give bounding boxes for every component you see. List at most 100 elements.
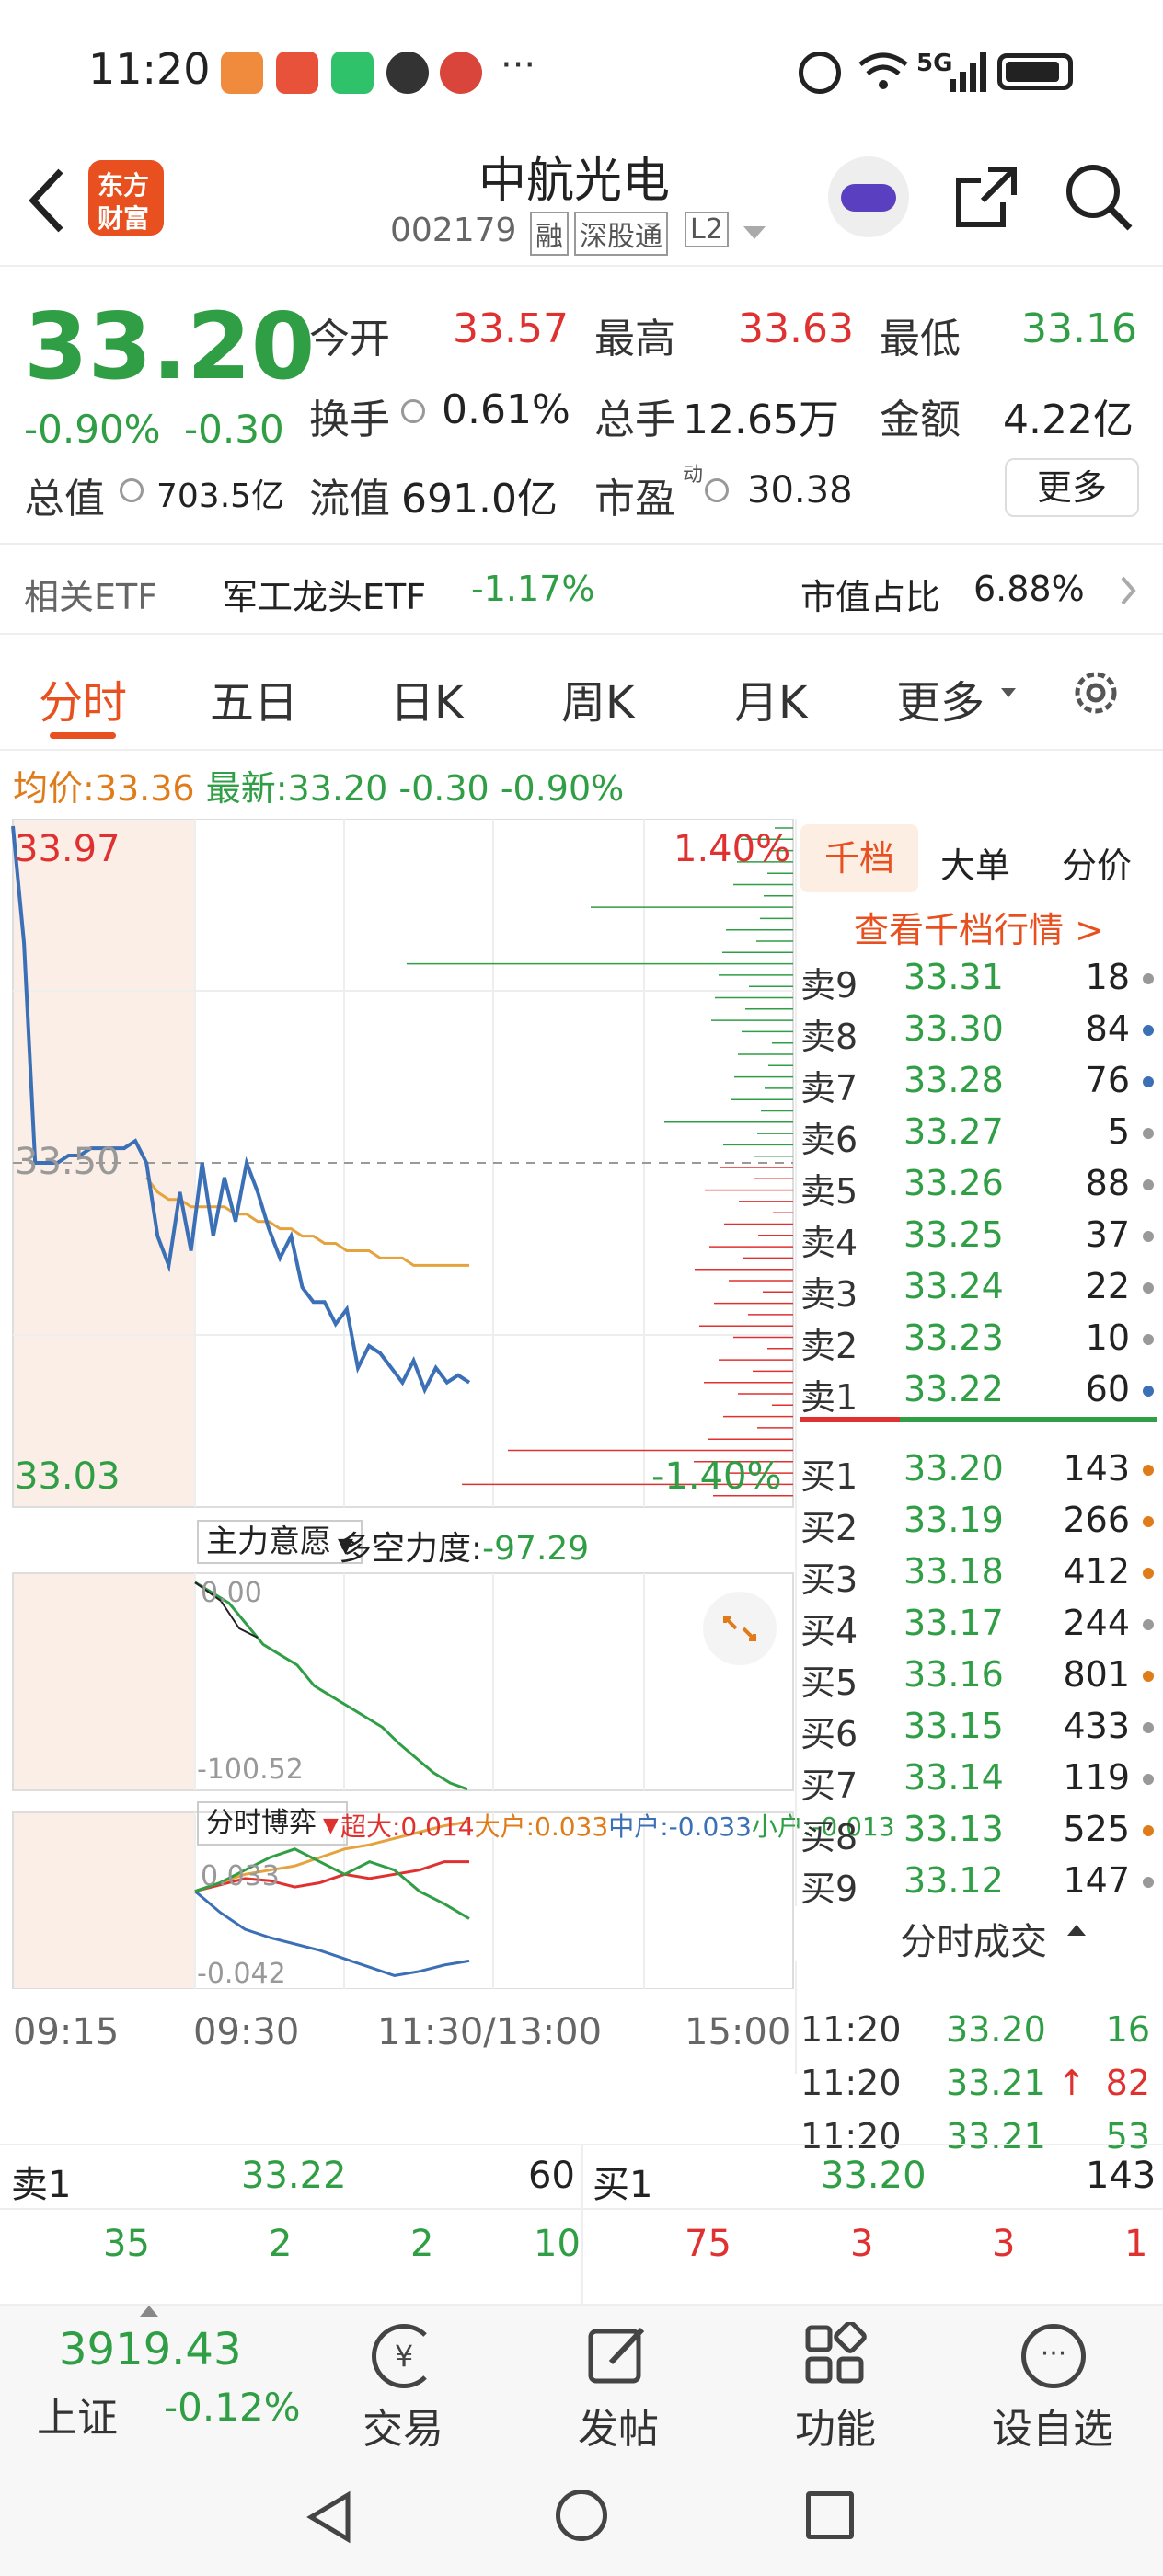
ask-dot xyxy=(1143,1231,1154,1242)
app-notification-icon xyxy=(276,52,318,94)
tab-price-distribution[interactable]: 分价 xyxy=(1062,837,1132,888)
tab-large-orders[interactable]: 大单 xyxy=(940,837,1010,888)
search-icon[interactable] xyxy=(1062,160,1135,234)
bid-row: 买1 33.20 143 xyxy=(800,1443,1154,1497)
bid-dot xyxy=(1143,1671,1154,1682)
x-label-open: 09:30 xyxy=(193,2011,300,2053)
bid-label: 买4 xyxy=(800,1611,858,1651)
ask-volume: 60 xyxy=(1085,1369,1130,1409)
tab-more[interactable]: 更多 xyxy=(896,666,985,730)
etf-label: 相关ETF xyxy=(24,577,158,617)
trade-volume: 82 xyxy=(1105,2063,1150,2103)
tab-five-day[interactable]: 五日 xyxy=(210,666,298,730)
pe-superscript: 动 xyxy=(683,464,704,487)
ask-price: 33.22 xyxy=(904,1369,1004,1409)
y-bottom-label: 33.03 xyxy=(15,1455,121,1498)
ask-price: 33.23 xyxy=(904,1317,1004,1358)
nav-trade[interactable]: ¥ 交易 xyxy=(311,2306,495,2453)
settings-gear-icon[interactable] xyxy=(1067,664,1124,721)
pre-market-shade xyxy=(13,1812,195,1989)
bid-price: 33.19 xyxy=(904,1500,1004,1540)
tag-l2: L2 xyxy=(685,212,729,247)
nav-post[interactable]: 发帖 xyxy=(526,2306,710,2453)
bid-label: 买8 xyxy=(800,1817,858,1857)
index-name[interactable]: 上证 xyxy=(37,2385,118,2444)
wifi-icon xyxy=(858,52,908,89)
chart-area: 均价:33.36 最新:33.20 -0.30 -0.90% 33.97 33.… xyxy=(0,751,1163,2385)
avg-label: 均价: xyxy=(13,768,95,809)
tab-level-book[interactable]: 千档 xyxy=(800,824,918,892)
bid-dot xyxy=(1143,1568,1154,1579)
back-nav-icon[interactable] xyxy=(304,2490,355,2545)
queue-buy-price: 33.20 xyxy=(821,2155,927,2197)
system-nav-bar xyxy=(0,2451,1163,2576)
nav-add-watchlist[interactable]: ··· 设自选 xyxy=(961,2306,1145,2453)
tab-intraday[interactable]: 分时 xyxy=(39,666,127,730)
status-time: 11:20 xyxy=(88,44,211,94)
float-value: 691.0亿 xyxy=(401,476,558,523)
y-mid-label: 33.50 xyxy=(15,1141,121,1183)
y-top-label: 33.97 xyxy=(15,828,121,870)
nav-functions[interactable]: 功能 xyxy=(743,2306,927,2453)
index-value[interactable]: 3919.43 xyxy=(59,2324,242,2375)
ask-label: 卖9 xyxy=(800,965,858,1006)
nav-post-label: 发帖 xyxy=(578,2406,659,2453)
battery-icon xyxy=(997,53,1073,90)
game-bottom-label: -0.042 xyxy=(197,1958,286,1990)
info-icon[interactable] xyxy=(705,478,729,502)
dropdown-icon[interactable] xyxy=(743,226,766,239)
ask-price: 33.24 xyxy=(904,1266,1004,1306)
bid-volume: 433 xyxy=(1063,1706,1130,1746)
more-button[interactable]: 更多 xyxy=(1005,458,1139,517)
queue-buy-vol: 143 xyxy=(1086,2155,1157,2197)
bid-volume: 412 xyxy=(1063,1551,1130,1592)
trade-volume: 16 xyxy=(1105,2009,1150,2050)
tab-weekly-k[interactable]: 周K xyxy=(561,666,634,730)
ask-row: 卖5 33.26 88 xyxy=(800,1157,1154,1212)
ask-volume: 22 xyxy=(1085,1266,1130,1306)
bid-row: 买7 33.14 119 xyxy=(800,1752,1154,1806)
info-icon[interactable] xyxy=(120,478,144,502)
bid-label: 买2 xyxy=(800,1508,858,1548)
main-force-selector[interactable]: 主力意愿 ▼ xyxy=(197,1520,363,1564)
ask-price: 33.26 xyxy=(904,1163,1004,1203)
etf-ratio: 6.88% xyxy=(973,569,1085,609)
related-etf-bar[interactable]: 相关ETF 军工龙头ETF -1.17% 市值占比 6.88% xyxy=(0,546,1163,635)
game-selector[interactable]: 分时博弈 ▼ xyxy=(197,1801,348,1846)
trade-row: 11:20 33.20 16 xyxy=(800,2004,1154,2055)
bid-price: 33.20 xyxy=(904,1448,1004,1489)
ask-row: 卖1 33.22 60 xyxy=(800,1363,1154,1418)
tab-daily-k[interactable]: 日K xyxy=(390,666,463,730)
bid-row: 买8 33.13 525 xyxy=(800,1803,1154,1857)
bid-dot xyxy=(1143,1465,1154,1476)
chart-tabs: 分时 五日 日K 周K 月K 更多 xyxy=(0,635,1163,751)
bid-dot xyxy=(1143,1516,1154,1527)
index-change[interactable]: -0.12% xyxy=(164,2385,301,2430)
tab-monthly-k[interactable]: 月K xyxy=(734,666,807,730)
queue-cell: 3 xyxy=(850,2223,874,2265)
ask-volume: 37 xyxy=(1085,1214,1130,1255)
queue-header: 卖1 33.22 60 买1 33.20 143 xyxy=(0,2145,1163,2385)
caret-up-icon xyxy=(140,2306,158,2317)
trades-header[interactable]: 分时成交 xyxy=(795,1906,1163,1963)
share-icon[interactable] xyxy=(951,162,1021,232)
bid-ask-ratio-bar xyxy=(900,1417,1157,1422)
open-label: 今开 xyxy=(309,316,390,362)
recents-nav-icon[interactable] xyxy=(806,2491,854,2539)
chevron-right-icon xyxy=(1121,576,1136,605)
queue-cell: 10 xyxy=(534,2223,581,2265)
back-icon[interactable] xyxy=(24,164,70,237)
bid-row: 买9 33.12 147 xyxy=(800,1855,1154,1909)
bid-volume: 266 xyxy=(1063,1500,1130,1540)
view-full-book-link[interactable]: 查看千档行情 > xyxy=(854,902,1104,952)
info-icon[interactable] xyxy=(401,399,425,423)
bid-volume: 147 xyxy=(1063,1860,1130,1901)
mktcap-label: 总值 xyxy=(24,476,105,523)
home-nav-icon[interactable] xyxy=(556,2490,607,2541)
robot-assistant-icon[interactable] xyxy=(828,156,909,237)
ask-dot xyxy=(1143,1128,1154,1139)
x-label-close: 15:00 xyxy=(685,2011,791,2053)
queue-cell: 2 xyxy=(269,2223,293,2265)
ask-row: 卖9 33.31 18 xyxy=(800,951,1154,1006)
expand-icon[interactable] xyxy=(703,1592,777,1665)
